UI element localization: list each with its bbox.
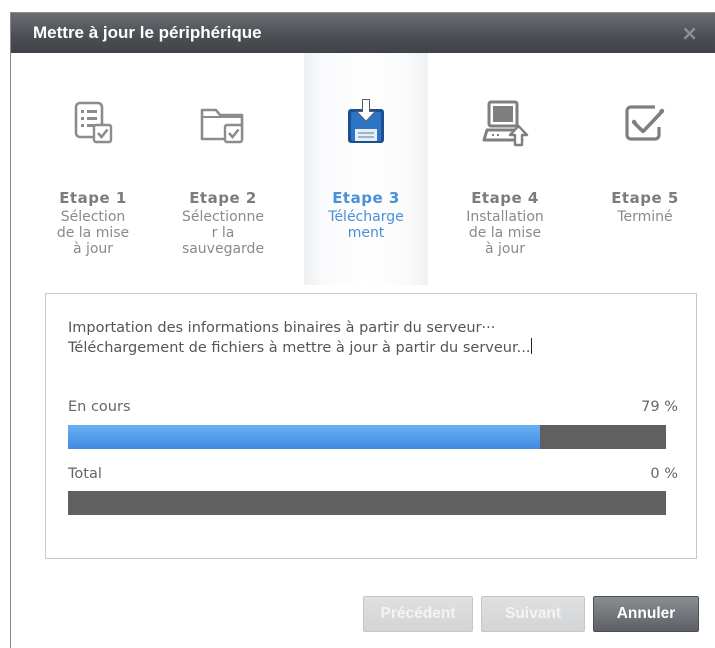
current-progress-label: En cours xyxy=(68,399,131,415)
status-message-download: Téléchargement de fichiers à mettre à jo… xyxy=(68,338,533,356)
step-3-title: Etape 3 xyxy=(332,189,400,207)
next-button[interactable]: Suivant xyxy=(481,596,585,632)
checkbox-icon xyxy=(619,97,671,149)
download-floppy-icon xyxy=(340,97,392,149)
step-5: Etape 5 Terminé xyxy=(583,53,707,285)
step-2-title: Etape 2 xyxy=(189,189,257,207)
step-2: Etape 2 Sélectionne r la sauvegarde xyxy=(161,53,285,285)
progress-panel: Importation des informations binaires à … xyxy=(45,293,697,559)
step-3: Etape 3 Télécharge ment xyxy=(304,53,428,285)
status-message-import: Importation des informations binaires à … xyxy=(68,320,496,336)
total-progress-label: Total xyxy=(68,466,102,482)
step-4-desc: Installation de la mise à jour xyxy=(466,209,544,257)
window-title: Mettre à jour le périphérique xyxy=(33,23,262,42)
step-3-desc: Télécharge ment xyxy=(328,209,404,241)
folder-check-icon xyxy=(197,97,249,149)
step-1: Etape 1 Sélection de la mise à jour xyxy=(31,53,155,285)
list-check-icon xyxy=(67,97,119,149)
title-bar: Mettre à jour le périphérique × xyxy=(11,13,715,53)
text-caret xyxy=(531,338,533,354)
status-message-download-text: Téléchargement de fichiers à mettre à jo… xyxy=(68,340,531,356)
computer-upload-icon xyxy=(479,97,531,149)
total-progress-bar xyxy=(68,491,666,515)
step-4-title: Etape 4 xyxy=(471,189,539,207)
wizard-steps: Etape 1 Sélection de la mise à jour Etap… xyxy=(11,53,715,285)
current-progress-value: 79 % xyxy=(641,399,678,415)
total-progress-value: 0 % xyxy=(650,466,678,482)
current-progress-bar xyxy=(68,425,666,449)
step-2-desc: Sélectionne r la sauvegarde xyxy=(181,209,265,257)
step-5-title: Etape 5 xyxy=(611,189,679,207)
step-5-desc: Terminé xyxy=(617,209,673,225)
cancel-button[interactable]: Annuler xyxy=(593,596,699,632)
step-4: Etape 4 Installation de la mise à jour xyxy=(443,53,567,285)
update-device-dialog: Mettre à jour le périphérique × Etape 1 … xyxy=(10,12,715,648)
close-icon[interactable]: × xyxy=(681,13,698,53)
current-progress-fill xyxy=(68,425,541,449)
step-1-title: Etape 1 xyxy=(59,189,127,207)
step-1-desc: Sélection de la mise à jour xyxy=(56,209,130,257)
previous-button[interactable]: Précédent xyxy=(363,596,473,632)
